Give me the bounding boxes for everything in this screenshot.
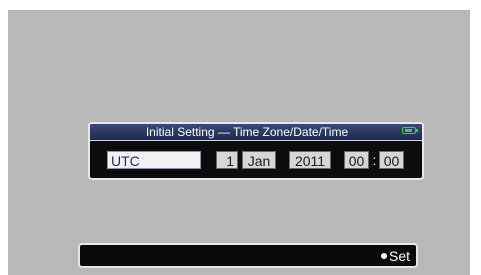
bottom-action-bar: Set bbox=[78, 243, 418, 268]
time-separator: : bbox=[372, 152, 377, 168]
initial-setting-dialog: Initial Setting — Time Zone/Date/Time UT… bbox=[88, 122, 424, 180]
battery-icon bbox=[402, 127, 418, 134]
dot-icon bbox=[380, 253, 387, 260]
camera-screen: Initial Setting — Time Zone/Date/Time UT… bbox=[8, 10, 470, 275]
dialog-header: Initial Setting — Time Zone/Date/Time bbox=[90, 124, 422, 141]
set-button[interactable]: Set bbox=[380, 247, 410, 265]
set-label: Set bbox=[388, 248, 410, 264]
hour-field[interactable]: 00 bbox=[344, 151, 369, 169]
day-field[interactable]: 1 bbox=[216, 151, 238, 169]
time-zone-field[interactable]: UTC bbox=[107, 151, 201, 169]
minute-field[interactable]: 00 bbox=[379, 151, 404, 169]
year-field[interactable]: 2011 bbox=[289, 151, 331, 169]
dialog-title: Initial Setting — Time Zone/Date/Time bbox=[145, 125, 349, 139]
month-field[interactable]: Jan bbox=[242, 151, 276, 169]
